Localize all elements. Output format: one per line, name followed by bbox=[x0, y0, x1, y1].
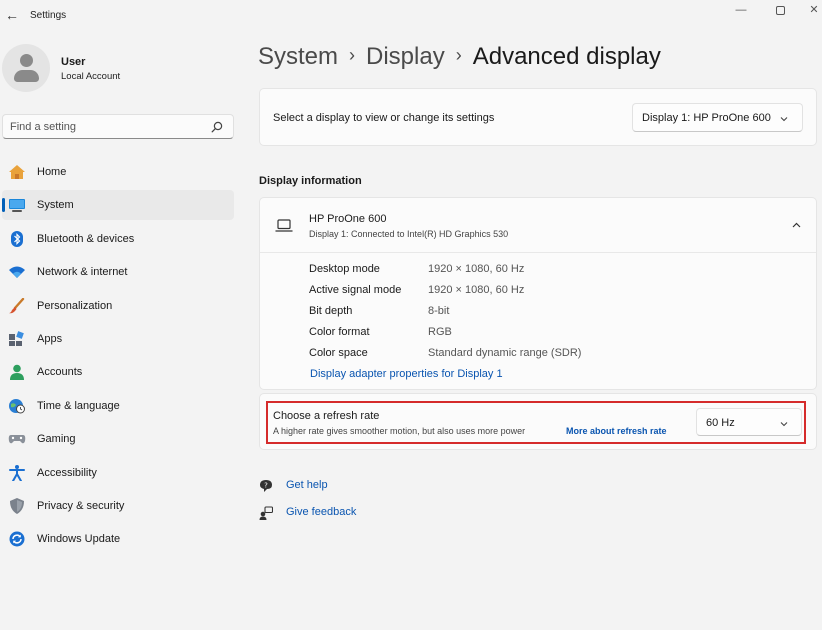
sidebar-item-accessibility[interactable]: Accessibility bbox=[2, 458, 234, 488]
property-key: Color space bbox=[309, 347, 368, 359]
apps-icon bbox=[9, 331, 24, 346]
user-name: User bbox=[61, 56, 86, 68]
app-title: Settings bbox=[30, 10, 67, 21]
sidebar-item-gaming[interactable]: Gaming bbox=[2, 424, 234, 454]
property-value: 1920 × 1080, 60 Hz bbox=[428, 263, 525, 275]
shield-icon bbox=[10, 497, 24, 514]
search-icon bbox=[211, 121, 223, 133]
breadcrumb-system[interactable]: System bbox=[258, 43, 338, 70]
display-info-header[interactable]: HP ProOne 600 Display 1: Connected to In… bbox=[260, 198, 816, 253]
maximize-icon bbox=[775, 5, 785, 15]
sidebar-item-system[interactable]: System bbox=[2, 190, 234, 221]
chevron-down-icon bbox=[780, 422, 788, 427]
sidebar-item-personalization[interactable]: Personalization bbox=[2, 291, 234, 321]
sidebar-item-apps[interactable]: Apps bbox=[2, 324, 234, 354]
sidebar-item-bluetooth[interactable]: Bluetooth & devices bbox=[2, 224, 234, 254]
display-select-value: Display 1: HP ProOne 600 bbox=[642, 112, 771, 124]
breadcrumb-display[interactable]: Display bbox=[366, 43, 445, 70]
sidebar-item-network[interactable]: Network & internet bbox=[2, 257, 234, 287]
sidebar-item-time-language[interactable]: Time & language bbox=[2, 391, 234, 421]
property-value: 1920 × 1080, 60 Hz bbox=[428, 284, 525, 296]
chevron-down-icon bbox=[780, 117, 788, 122]
back-arrow-icon[interactable]: ← bbox=[4, 6, 20, 24]
more-about-refresh-rate-link[interactable]: More about refresh rate bbox=[566, 426, 667, 436]
home-icon bbox=[9, 165, 25, 179]
bluetooth-icon bbox=[11, 230, 23, 247]
monitor-connection: Display 1: Connected to Intel(R) HD Grap… bbox=[309, 229, 509, 239]
sidebar-item-label: Time & language bbox=[37, 399, 120, 412]
sidebar-item-label: Privacy & security bbox=[37, 499, 125, 512]
property-value: Standard dynamic range (SDR) bbox=[428, 347, 582, 359]
minimize-button[interactable]: — bbox=[727, 2, 755, 18]
wifi-icon bbox=[9, 266, 25, 279]
sidebar-nav: Home System Bluetooth & devices Network … bbox=[2, 157, 234, 558]
display-select-dropdown[interactable]: Display 1: HP ProOne 600 bbox=[632, 103, 803, 132]
gamepad-icon bbox=[8, 435, 26, 444]
chevron-up-icon[interactable] bbox=[791, 220, 802, 231]
sidebar-item-label: Gaming bbox=[37, 433, 76, 446]
sidebar-item-label: Accessibility bbox=[37, 466, 97, 479]
display-select-label: Select a display to view or change its s… bbox=[273, 112, 495, 124]
update-icon bbox=[9, 531, 25, 547]
laptop-icon bbox=[275, 219, 293, 232]
refresh-rate-title: Choose a refresh rate bbox=[273, 410, 380, 422]
give-feedback-link[interactable]: Give feedback bbox=[286, 506, 356, 518]
svg-text:?: ? bbox=[264, 481, 268, 489]
monitor-name: HP ProOne 600 bbox=[309, 213, 387, 225]
brush-icon bbox=[9, 297, 25, 313]
sidebar-item-label: Home bbox=[37, 166, 67, 178]
breadcrumb: System › Display › Advanced display bbox=[258, 43, 661, 71]
display-select-card: Select a display to view or change its s… bbox=[259, 88, 817, 146]
display-info-heading: Display information bbox=[259, 175, 362, 187]
property-key: Bit depth bbox=[309, 305, 353, 317]
sidebar-item-label: Personalization bbox=[37, 299, 113, 312]
sidebar-item-label: System bbox=[37, 199, 74, 212]
accessibility-icon bbox=[9, 464, 25, 481]
sidebar-item-windows-update[interactable]: Windows Update bbox=[2, 524, 234, 554]
globe-clock-icon bbox=[9, 398, 25, 414]
property-key: Active signal mode bbox=[309, 284, 402, 296]
property-value: RGB bbox=[428, 326, 452, 338]
sidebar-item-privacy-security[interactable]: Privacy & security bbox=[2, 491, 234, 521]
property-key: Color format bbox=[309, 326, 370, 338]
accounts-icon bbox=[10, 365, 24, 381]
search-box[interactable] bbox=[2, 114, 234, 139]
feedback-icon bbox=[259, 506, 273, 520]
sidebar-item-label: Bluetooth & devices bbox=[37, 232, 135, 245]
property-key: Desktop mode bbox=[309, 263, 380, 275]
sidebar-item-label: Accounts bbox=[37, 366, 83, 379]
user-account-type: Local Account bbox=[61, 71, 121, 82]
sidebar-item-label: Windows Update bbox=[37, 533, 121, 546]
help-icon: ? bbox=[260, 480, 272, 492]
avatar bbox=[2, 44, 50, 92]
get-help-link[interactable]: Get help bbox=[286, 479, 328, 491]
close-button[interactable]: ✕ bbox=[806, 2, 822, 18]
refresh-rate-dropdown[interactable]: 60 Hz bbox=[696, 408, 802, 436]
system-icon bbox=[9, 199, 25, 213]
breadcrumb-separator-icon: › bbox=[455, 45, 462, 65]
refresh-rate-value: 60 Hz bbox=[706, 417, 735, 429]
breadcrumb-separator-icon: › bbox=[349, 45, 356, 65]
title-bar: ← Settings — ✕ bbox=[0, 0, 822, 32]
page-title: Advanced display bbox=[472, 43, 661, 70]
refresh-rate-description: A higher rate gives smoother motion, but… bbox=[273, 426, 526, 436]
sidebar-item-label: Apps bbox=[37, 332, 63, 345]
sidebar-item-home[interactable]: Home bbox=[2, 157, 234, 187]
property-value: 8-bit bbox=[428, 305, 450, 317]
display-info-card: HP ProOne 600 Display 1: Connected to In… bbox=[259, 197, 817, 390]
refresh-rate-card: Choose a refresh rate A higher rate give… bbox=[259, 393, 817, 450]
sidebar-item-label: Network & internet bbox=[37, 266, 128, 279]
search-input[interactable] bbox=[10, 119, 200, 135]
display-adapter-properties-link[interactable]: Display adapter properties for Display 1 bbox=[310, 368, 503, 380]
maximize-button[interactable] bbox=[766, 2, 794, 18]
sidebar-item-accounts[interactable]: Accounts bbox=[2, 357, 234, 387]
